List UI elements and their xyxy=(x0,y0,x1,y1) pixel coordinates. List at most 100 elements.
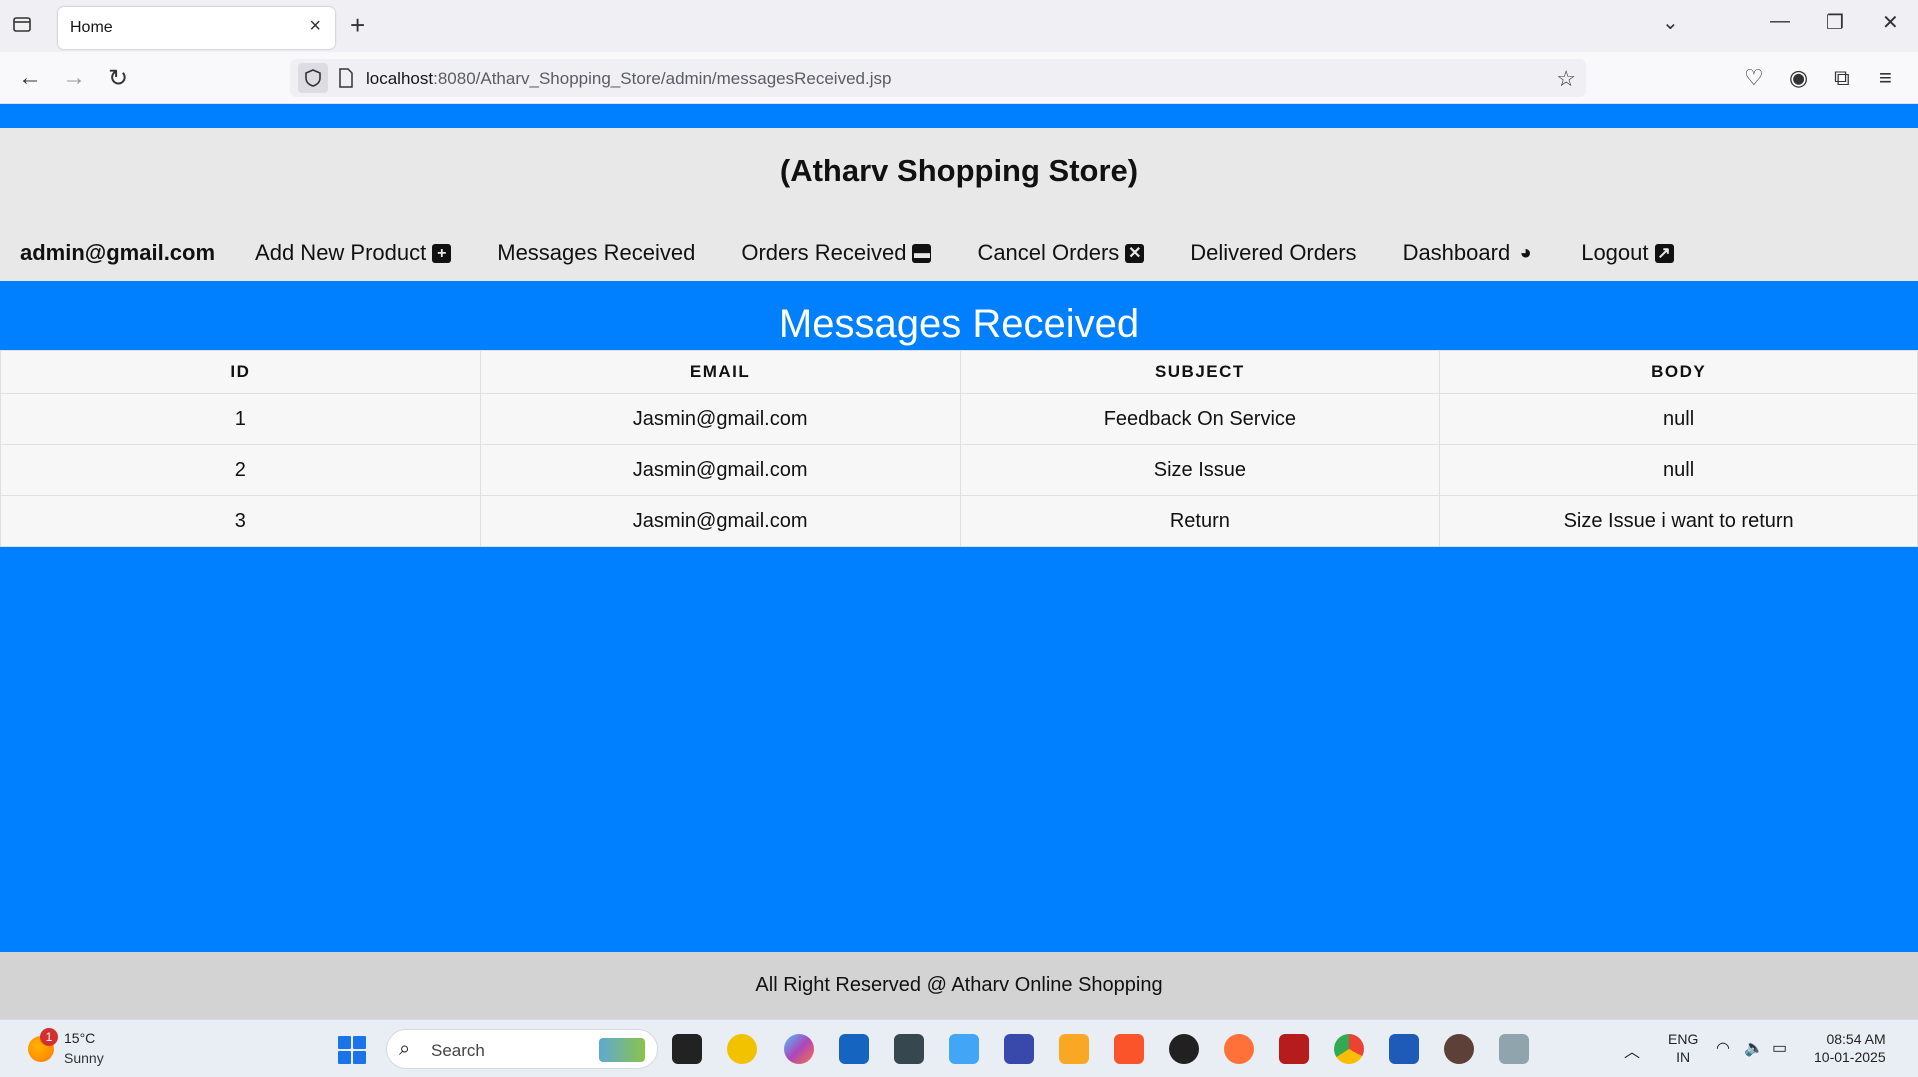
menu-logout[interactable]: Logout ↗ xyxy=(1581,240,1674,266)
user-email: admin@gmail.com xyxy=(20,240,216,265)
close-window-icon[interactable]: ✕ xyxy=(1882,10,1899,35)
browser-tab-bar: Home × + ⌄ — ❐ ✕ xyxy=(0,0,1918,52)
cell-subject: Return xyxy=(959,495,1441,547)
menu-icon[interactable]: ≡ xyxy=(1879,65,1892,91)
menu-dashboard[interactable]: Dashboard ◕ xyxy=(1403,240,1536,266)
taskbar-search[interactable]: ⌕ Search xyxy=(386,1029,658,1069)
menu-messages-received[interactable]: Messages Received xyxy=(497,240,695,266)
top-strip xyxy=(0,104,1918,128)
chrome-icon[interactable] xyxy=(1334,1034,1364,1064)
widgets-icon[interactable] xyxy=(727,1034,757,1064)
new-tab-icon[interactable]: + xyxy=(350,10,365,41)
wifi-icon[interactable]: ◠ xyxy=(1716,1038,1730,1058)
extensions-icon[interactable]: ⧉ xyxy=(1834,65,1850,91)
pocket-icon[interactable]: ♡ xyxy=(1744,65,1764,91)
app-icon[interactable] xyxy=(1004,1034,1034,1064)
search-highlight-icon xyxy=(599,1038,645,1062)
menu-orders-received[interactable]: Orders Received ▬ xyxy=(741,240,932,266)
menu-label: Logout xyxy=(1581,240,1649,265)
address-bar[interactable]: localhost:8080/Atharv_Shopping_Store/adm… xyxy=(290,59,1586,97)
cell-email: Jasmin@gmail.com xyxy=(479,444,961,496)
site-header: (Atharv Shopping Store) admin@gmail.com … xyxy=(0,128,1918,281)
app-icon[interactable] xyxy=(1444,1034,1474,1064)
cell-email: Jasmin@gmail.com xyxy=(479,495,961,547)
search-label: Search xyxy=(431,1041,485,1060)
weather-description[interactable]: Sunny xyxy=(64,1050,104,1066)
column-header-id: ID xyxy=(0,350,481,394)
messages-table: ID EMAIL SUBJECT BODY 1 Jasmin@gmail.com… xyxy=(0,350,1918,547)
column-header-email: EMAIL xyxy=(479,350,961,394)
obs-icon[interactable] xyxy=(1169,1034,1199,1064)
site-footer: All Right Reserved @ Atharv Online Shopp… xyxy=(0,952,1918,1019)
reload-icon[interactable]: ↻ xyxy=(108,64,128,93)
task-view-icon[interactable] xyxy=(672,1034,702,1064)
menu-cancel-orders[interactable]: Cancel Orders ✕ xyxy=(977,240,1145,266)
cell-body: Size Issue i want to return xyxy=(1439,495,1918,547)
language-code: ENG xyxy=(1668,1031,1699,1047)
app-icon[interactable] xyxy=(1279,1034,1309,1064)
shield-icon[interactable] xyxy=(298,63,328,93)
menu-label: Add New Product xyxy=(255,240,427,265)
menu-label: Cancel Orders xyxy=(977,240,1120,265)
browser-tab[interactable]: Home × xyxy=(58,7,335,49)
file-explorer-icon[interactable] xyxy=(1059,1034,1089,1064)
cell-id: 3 xyxy=(0,495,481,547)
archive-icon: ▬ xyxy=(912,243,932,263)
back-icon[interactable]: ← xyxy=(18,64,42,92)
url-text[interactable]: localhost:8080/Atharv_Shopping_Store/adm… xyxy=(366,69,891,89)
cell-body: null xyxy=(1439,444,1918,496)
region-code: IN xyxy=(1676,1049,1691,1065)
snipping-tool-icon[interactable] xyxy=(1499,1034,1529,1064)
site-title: (Atharv Shopping Store) xyxy=(779,153,1139,188)
unity-icon[interactable] xyxy=(894,1034,924,1064)
search-icon: ⌕ xyxy=(399,1038,411,1060)
cell-id: 1 xyxy=(0,393,481,445)
chevron-up-icon[interactable]: ︿ xyxy=(1624,1038,1640,1062)
page-icon xyxy=(338,68,354,93)
cell-subject: Feedback On Service xyxy=(959,393,1441,445)
menu-add-new-product[interactable]: Add New Product + xyxy=(255,240,452,266)
dashboard-icon: ◕ xyxy=(1519,241,1532,264)
account-icon[interactable]: ◉ xyxy=(1789,65,1808,91)
admin-menu: admin@gmail.com Add New Product + Message… xyxy=(20,233,1720,273)
clock[interactable]: 08:54 AM 10-01-2025 xyxy=(1814,1030,1886,1066)
brave-icon[interactable] xyxy=(1114,1034,1144,1064)
cell-body: null xyxy=(1439,393,1918,445)
tab-list-icon[interactable] xyxy=(12,14,36,38)
forward-icon[interactable]: → xyxy=(62,64,86,92)
cell-id: 2 xyxy=(0,444,481,496)
url-path: :8080/Atharv_Shopping_Store/admin/messag… xyxy=(433,69,892,88)
menu-label: Dashboard xyxy=(1402,240,1511,265)
copilot-icon[interactable] xyxy=(784,1034,814,1064)
windows-start-icon[interactable] xyxy=(338,1036,366,1064)
bookmark-star-icon[interactable]: ☆ xyxy=(1556,66,1576,92)
page-heading: Messages Received xyxy=(778,302,1140,346)
table-header-row: ID EMAIL SUBJECT BODY xyxy=(0,350,1918,394)
table-row: 1 Jasmin@gmail.com Feedback On Service n… xyxy=(0,393,1918,445)
url-host: localhost xyxy=(366,69,434,88)
list-all-tabs-icon[interactable]: ⌄ xyxy=(1662,10,1679,35)
control-panel-icon[interactable] xyxy=(949,1034,979,1064)
notification-badge: 1 xyxy=(40,1028,58,1046)
minimize-icon[interactable]: — xyxy=(1770,10,1790,33)
column-header-subject: SUBJECT xyxy=(959,350,1441,394)
close-tab-icon[interactable]: × xyxy=(309,15,321,38)
clock-time: 08:54 AM xyxy=(1826,1031,1886,1047)
table-row: 2 Jasmin@gmail.com Size Issue null xyxy=(0,444,1918,496)
battery-icon[interactable]: ▭ xyxy=(1772,1038,1787,1058)
word-icon[interactable] xyxy=(1389,1034,1419,1064)
language-indicator[interactable]: ENG IN xyxy=(1668,1030,1698,1066)
browser-nav-bar: ← → ↻ localhost:8080/Atharv_Shopping_Sto… xyxy=(0,52,1918,104)
volume-icon[interactable]: 🔈 xyxy=(1744,1038,1764,1058)
menu-delivered-orders[interactable]: Delivered Orders xyxy=(1190,240,1356,266)
weather-temperature[interactable]: 15°C xyxy=(64,1030,95,1046)
firefox-icon[interactable] xyxy=(1224,1034,1254,1064)
store-icon[interactable] xyxy=(839,1034,869,1064)
web-page: (Atharv Shopping Store) admin@gmail.com … xyxy=(0,104,1918,1019)
menu-label: Delivered Orders xyxy=(1190,240,1357,265)
column-header-body: BODY xyxy=(1439,350,1918,394)
plus-square-icon: + xyxy=(432,243,452,263)
clock-date: 10-01-2025 xyxy=(1814,1049,1886,1065)
restore-icon[interactable]: ❐ xyxy=(1826,10,1844,35)
cell-email: Jasmin@gmail.com xyxy=(479,393,961,445)
